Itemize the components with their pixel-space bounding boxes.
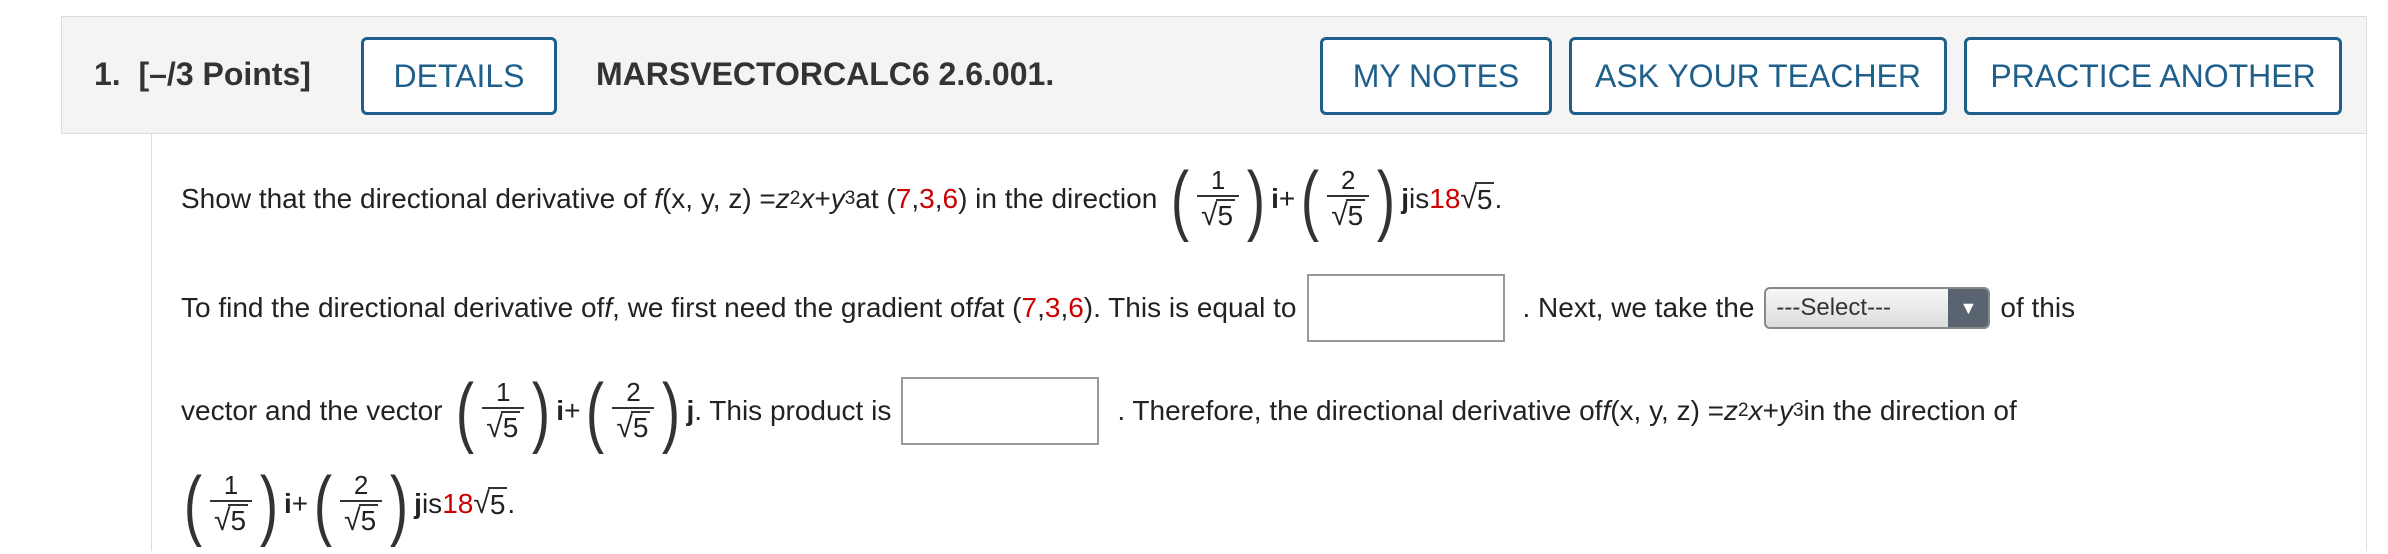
problem-statement: Show that the directional derivative of … <box>181 154 1503 243</box>
question-number: 1. [–/3 Points] <box>94 56 311 92</box>
my-notes-button[interactable]: MY NOTES <box>1320 37 1552 115</box>
operation-select[interactable]: ---Select--- ▼ <box>1764 287 1991 329</box>
product-answer-input[interactable] <box>901 377 1100 445</box>
question-body: Show that the directional derivative of … <box>151 134 2367 551</box>
chevron-down-icon: ▼ <box>1948 289 1989 327</box>
product-instructions: vector and the vector (1 √ 5) i + (2 √ 5) j. T… <box>181 366 2017 455</box>
practice-another-button[interactable]: PRACTICE ANOTHER <box>1964 37 2342 115</box>
ask-teacher-button[interactable]: ASK YOUR TEACHER <box>1569 37 1947 115</box>
gradient-answer-input[interactable] <box>1306 274 1505 342</box>
details-button[interactable]: DETAILS <box>361 37 557 115</box>
question-header: 1. [–/3 Points] DETAILS MARSVECTORCALC6 … <box>61 16 2367 134</box>
conclusion-statement: (1 √ 5) i + (2 √ 5) j is 18 √ 5. <box>183 459 516 548</box>
gradient-instructions: To find the directional derivative of f,… <box>181 268 2075 348</box>
points-label: [–/3 Points] <box>138 56 311 92</box>
question-code: MARSVECTORCALC6 2.6.001. <box>596 56 1055 92</box>
